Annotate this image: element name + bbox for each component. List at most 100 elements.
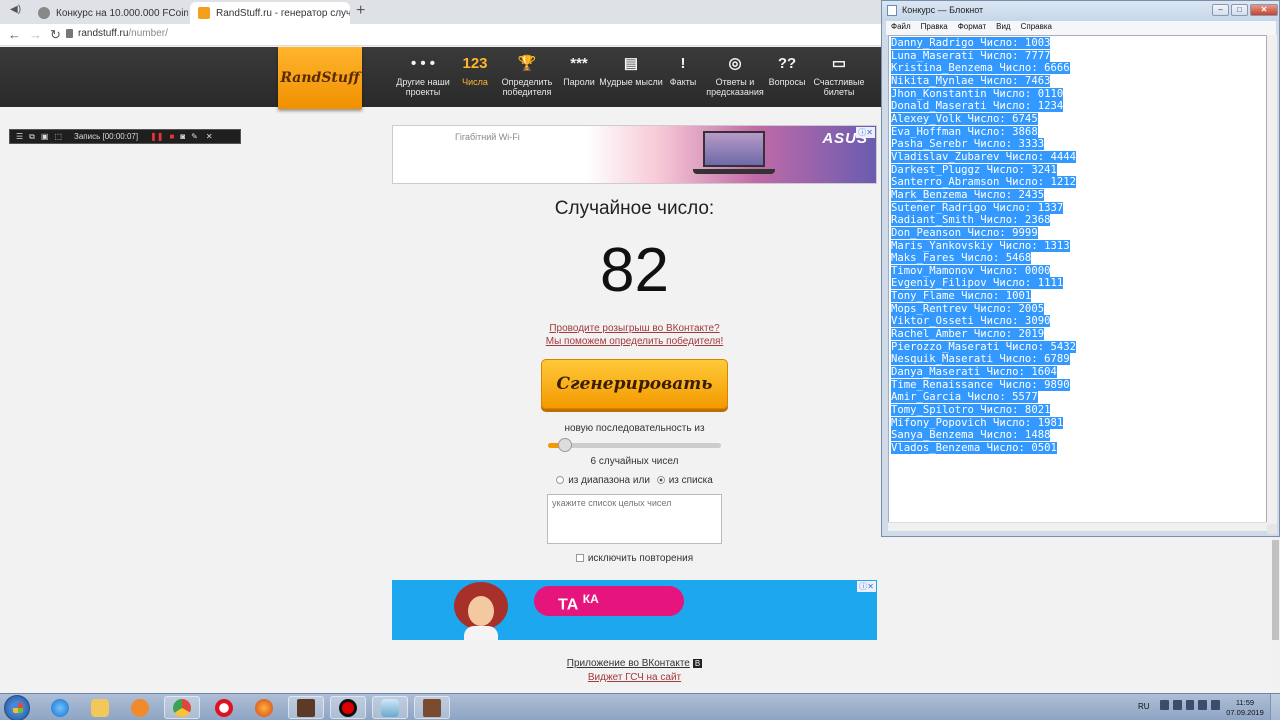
window-icon[interactable]: ⧉ [29, 132, 35, 142]
notepad-window: Конкурс — Блокнот – □ ✕ Файл Правка Форм… [881, 0, 1280, 537]
generate-button[interactable]: Сгенерировать [541, 359, 728, 409]
new-tab-icon[interactable]: + [356, 2, 365, 20]
region-icon[interactable]: ⬚ [54, 132, 62, 141]
menu-edit[interactable]: Правка [916, 21, 953, 35]
notepad-line-text: Pasha_Serebr Число: 3333 [891, 138, 1045, 151]
taskbar-app-game[interactable] [288, 696, 324, 719]
notepad-line-text: Darkest_Pluggz Число: 3241 [891, 163, 1057, 176]
notepad-vertical-scrollbar[interactable] [1267, 35, 1277, 524]
notepad-line-text: Radiant_Smith Число: 2368 [891, 214, 1051, 227]
minimize-button[interactable]: – [1212, 4, 1229, 16]
taskbar: RU 11:59 07.09.2019 [0, 693, 1280, 720]
notepad-line: Vladislav_Zubarev Число: 4444 [891, 150, 1264, 164]
taskbar-app-character[interactable] [414, 696, 450, 719]
network-icon[interactable] [1172, 700, 1182, 710]
taskbar-ie[interactable] [42, 696, 78, 719]
notepad-line: Pierozzo_Maserati Число: 5432 [891, 340, 1264, 354]
fullscreen-icon[interactable]: ▣ [41, 132, 49, 141]
opera-icon [215, 698, 233, 717]
site-logo[interactable]: RandStuff [278, 47, 362, 109]
vk-promo: Проводите розыгрыш во ВКонтакте? Мы помо… [392, 322, 877, 348]
nav-tickets[interactable]: ▭ Счастливые билеты [807, 53, 871, 97]
notepad-line-text: Danny_Radrigo Число: 1003 [891, 37, 1051, 49]
notepad-line: Amir_Garcia Число: 5577 [891, 391, 1264, 404]
ticket-icon: ▭ [831, 55, 847, 72]
notepad-line-text: Time_Renaissance Число: 9890 [891, 378, 1070, 391]
taskbar-chrome[interactable] [164, 696, 200, 719]
url-field[interactable]: randstuff.ru/number/ [78, 28, 168, 39]
notepad-line: Eva_Hoffman Число: 3868 [891, 125, 1264, 139]
back-icon[interactable]: ← [8, 27, 21, 42]
maximize-button[interactable]: □ [1231, 4, 1248, 16]
menu-format[interactable]: Формат [953, 21, 991, 35]
audio-icon[interactable]: ◀) [10, 4, 21, 15]
tray-device-icon[interactable] [1185, 700, 1195, 710]
ad-banner-bottom[interactable]: ТА КА ⓘ✕ [392, 580, 877, 640]
ad-banner-top[interactable]: Гігабітний Wi-Fi ASUS ⓘ✕ [392, 125, 877, 184]
start-button[interactable] [4, 695, 30, 720]
notepad-line: Nikita_Mynlae Число: 7463 [891, 74, 1264, 88]
browser-scrollbar-thumb[interactable] [1272, 540, 1279, 640]
tab-title: RandStuff.ru - генератор случа [216, 7, 350, 19]
menu-help[interactable]: Справка [1016, 21, 1057, 35]
count-slider[interactable] [548, 438, 721, 452]
taskbar-explorer[interactable] [82, 696, 118, 719]
widget-link[interactable]: Виджет ГСЧ на сайт [588, 672, 681, 683]
camera-icon[interactable]: ◙ [180, 132, 185, 141]
notepad-line-text: Nesquik_Maserati Число: 6789 [891, 353, 1070, 366]
taskbar-firefox[interactable] [246, 696, 282, 719]
notepad-icon [887, 5, 897, 16]
close-icon[interactable]: ✕ [206, 132, 213, 141]
menu-view[interactable]: Вид [991, 21, 1015, 35]
close-button[interactable]: ✕ [1250, 4, 1278, 16]
taskbar-recorder[interactable] [330, 696, 366, 719]
pause-icon[interactable]: ❚❚ [150, 132, 163, 141]
resize-grip[interactable] [1267, 524, 1277, 534]
notepad-line: Danny_Radrigo Число: 1003 [891, 37, 1264, 50]
widget-row: Виджет ГСЧ на сайт [392, 672, 877, 683]
forward-icon[interactable]: → [29, 27, 42, 42]
number-list-input[interactable] [547, 494, 722, 544]
clock-time: 11:59 [1235, 698, 1255, 707]
record-icon [339, 698, 357, 717]
notepad-line-text: Jhon_Konstantin Число: 0110 [891, 87, 1064, 100]
vk-promo-link-2[interactable]: Мы поможем определить победителя! [392, 335, 877, 348]
stop-icon[interactable]: ■ [169, 132, 174, 141]
browser-tab-contest[interactable]: Конкурс на 10.000.000 FCoins. ✕ [30, 2, 188, 24]
notepad-line: Danya_Maserati Число: 1604 [891, 366, 1264, 379]
notepad-line-text: Viktor_Osseti Число: 3090 [891, 315, 1051, 328]
slider-thumb[interactable] [558, 438, 573, 452]
notepad-line-text: Don_Peanson Число: 9999 [891, 226, 1038, 239]
taskbar-media[interactable] [122, 696, 158, 719]
notepad-line: Tomy_Spilotro Число: 8021 [891, 404, 1264, 417]
mode-list-radio[interactable] [656, 476, 665, 484]
vk-promo-link-1[interactable]: Проводите розыгрыш во ВКонтакте? [392, 322, 877, 335]
exclude-repeats-checkbox[interactable] [575, 554, 584, 562]
mode-range-radio[interactable] [556, 476, 565, 484]
show-desktop-button[interactable] [1270, 694, 1280, 720]
recording-status: Запись [00:00:07] [74, 132, 139, 141]
tray-arrow-icon[interactable] [1160, 700, 1169, 710]
notepad-line: Radiant_Smith Число: 2368 [891, 214, 1264, 227]
clock[interactable]: 11:59 07.09.2019 [1222, 698, 1268, 718]
pen-icon[interactable]: ✎ [191, 132, 198, 141]
menu-file[interactable]: Файл [886, 21, 916, 35]
globe-icon [38, 7, 50, 19]
randstuff-favicon-icon [198, 7, 210, 19]
notepad-line: Tony_Flame Число: 1001 [891, 290, 1264, 303]
notepad-text-area[interactable]: Danny_Radrigo Число: 1003 Luna_Maserati Ч… [888, 35, 1267, 524]
volume-icon[interactable] [1211, 700, 1220, 710]
ad-close-icon[interactable]: ⓘ✕ [856, 127, 875, 138]
language-indicator[interactable]: RU [1138, 702, 1150, 711]
notepad-line-text: Vlados_Benzema Число: 0501 [891, 442, 1057, 454]
taskbar-notepad[interactable] [372, 696, 408, 719]
vk-app-link[interactable]: Приложение во ВКонтакте [567, 658, 690, 669]
notepad-horizontal-scrollbar[interactable] [888, 522, 1267, 531]
ad-close-icon[interactable]: ⓘ✕ [857, 581, 876, 592]
taskbar-opera[interactable] [206, 696, 242, 719]
flag-icon[interactable] [1198, 700, 1208, 710]
browser-tab-randstuff[interactable]: RandStuff.ru - генератор случа ✕ [190, 2, 350, 24]
menu-icon[interactable]: ☰ [16, 132, 23, 141]
reload-icon[interactable]: ↻ [50, 27, 61, 43]
notepad-line: Nesquik_Maserati Число: 6789 [891, 353, 1264, 366]
